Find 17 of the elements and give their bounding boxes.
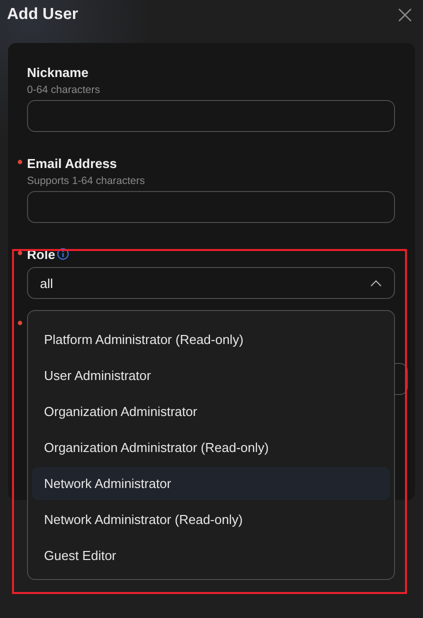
dropdown-option[interactable]: Network Administrator — [32, 467, 390, 500]
close-icon[interactable] — [398, 8, 412, 22]
role-select[interactable]: all — [27, 267, 395, 299]
dropdown-option[interactable]: Organization Administrator — [32, 395, 390, 428]
info-icon[interactable] — [57, 248, 70, 260]
field-label: Nickname — [27, 64, 88, 80]
field-hint: Supports 1-64 characters — [27, 175, 146, 187]
dropdown-option[interactable]: Platform Administrator (Read-only) — [32, 323, 390, 356]
field-label: Email Address — [27, 156, 117, 170]
field-hint: 0-64 characters — [27, 84, 101, 96]
dropdown-option[interactable]: Network Administrator (Read-only) — [32, 503, 390, 536]
dropdown-option[interactable]: Organization Administrator (Read-only) — [32, 431, 390, 464]
dialog-title: Add User — [7, 6, 78, 24]
input-field[interactable] — [27, 100, 395, 132]
dropdown-option[interactable]: Guest Editor — [32, 539, 390, 572]
input-field[interactable] — [27, 191, 395, 223]
dropdown-option[interactable]: User Administrator — [32, 359, 390, 392]
